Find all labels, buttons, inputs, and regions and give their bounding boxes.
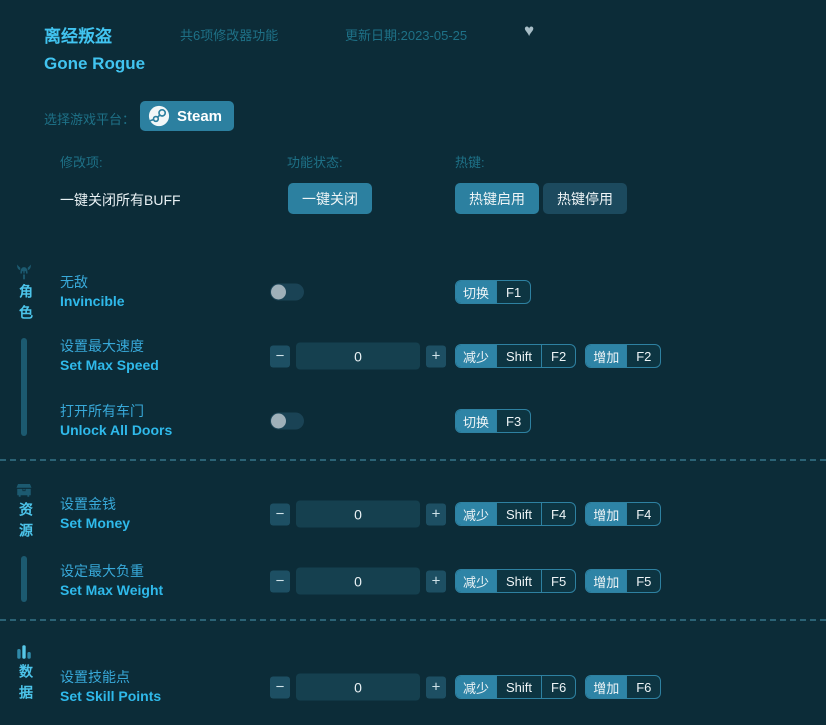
hotkey-modifier: Shift: [496, 503, 541, 525]
feature-label-en: Set Skill Points: [60, 687, 161, 706]
feature-label-en: Set Max Speed: [60, 356, 159, 375]
hotkey-key: F6: [541, 676, 575, 698]
section-divider: [0, 619, 826, 621]
toggle-knob: [271, 285, 286, 300]
increment-button[interactable]: +: [426, 345, 446, 367]
row-unlock-doors: 打开所有车门 Unlock All Doors 切换 F3: [0, 399, 826, 443]
increment-button[interactable]: +: [426, 570, 446, 592]
feature-label-cn: 打开所有车门: [60, 402, 172, 421]
row-skill-points: 设置技能点 Set Skill Points − + 减少 Shift F6 增…: [0, 665, 826, 709]
row-invincible: 无敌 Invincible 切换 F1: [0, 270, 826, 314]
max-weight-decrease-hotkey[interactable]: 减少 Shift F5: [455, 569, 576, 593]
hotkey-key: F3: [496, 410, 530, 432]
skill-points-increase-hotkey[interactable]: 增加 F6: [585, 675, 661, 699]
unlock-doors-hotkey[interactable]: 切换 F3: [455, 409, 531, 433]
hotkey-modifier: Shift: [496, 676, 541, 698]
row-set-money: 设置金钱 Set Money − + 减少 Shift F4 增加 F4: [0, 492, 826, 536]
hotkey-key: F2: [626, 345, 660, 367]
max-weight-input[interactable]: [296, 568, 420, 595]
hotkey-action: 增加: [586, 345, 626, 367]
money-increase-hotkey[interactable]: 增加 F4: [585, 502, 661, 526]
hotkey-action: 减少: [456, 570, 496, 592]
column-header-hotkey: 热键:: [455, 152, 485, 171]
hotkey-key: F2: [541, 345, 575, 367]
hotkey-action: 减少: [456, 345, 496, 367]
feature-label-en: Set Money: [60, 514, 130, 533]
skill-points-input[interactable]: [296, 674, 420, 701]
hotkey-key: F5: [541, 570, 575, 592]
skill-points-decrease-hotkey[interactable]: 减少 Shift F6: [455, 675, 576, 699]
hotkey-key: F4: [541, 503, 575, 525]
feature-label-cn: 设置最大速度: [60, 337, 159, 356]
section-divider: [0, 459, 826, 461]
money-input[interactable]: [296, 501, 420, 528]
hotkey-enable-button[interactable]: 热键启用: [455, 183, 539, 214]
feature-label-cn: 设置金钱: [60, 495, 130, 514]
hotkey-action: 减少: [456, 676, 496, 698]
feature-count: 共6项修改器功能: [180, 25, 278, 44]
row-max-weight: 设定最大负重 Set Max Weight − + 减少 Shift F5 增加…: [0, 559, 826, 603]
invincible-hotkey[interactable]: 切换 F1: [455, 280, 531, 304]
feature-label-cn: 无敌: [60, 273, 125, 292]
steam-platform-button[interactable]: Steam: [140, 101, 234, 131]
game-title-en: Gone Rogue: [44, 54, 145, 74]
money-decrease-hotkey[interactable]: 减少 Shift F4: [455, 502, 576, 526]
feature-label-en: Set Max Weight: [60, 581, 163, 600]
decrement-button[interactable]: −: [270, 570, 290, 592]
hotkey-disable-button[interactable]: 热键停用: [543, 183, 627, 214]
row-max-speed: 设置最大速度 Set Max Speed − + 减少 Shift F2 增加 …: [0, 334, 826, 378]
hotkey-key: F4: [626, 503, 660, 525]
toggle-knob: [271, 414, 286, 429]
trainer-window: 离经叛盗 共6项修改器功能 更新日期:2023-05-25 ♥ Gone Rog…: [0, 0, 826, 725]
hotkey-action: 减少: [456, 503, 496, 525]
column-header-item: 修改项:: [60, 152, 103, 171]
feature-label-cn: 设置技能点: [60, 668, 161, 687]
invincible-toggle[interactable]: [270, 284, 304, 301]
decrement-button[interactable]: −: [270, 676, 290, 698]
game-title-cn: 离经叛盗: [44, 22, 112, 47]
max-speed-input[interactable]: [296, 343, 420, 370]
heart-icon[interactable]: ♥: [524, 21, 534, 41]
max-speed-decrease-hotkey[interactable]: 减少 Shift F2: [455, 344, 576, 368]
platform-label: 选择游戏平台：: [44, 109, 135, 128]
hotkey-action: 切换: [456, 281, 496, 303]
hotkey-key: F5: [626, 570, 660, 592]
decrement-button[interactable]: −: [270, 503, 290, 525]
hotkey-action: 增加: [586, 503, 626, 525]
steam-label: Steam: [177, 108, 222, 125]
bar-chart-icon: [15, 643, 33, 661]
hotkey-action: 切换: [456, 410, 496, 432]
feature-label-en: Unlock All Doors: [60, 421, 172, 440]
buff-row-label: 一键关闭所有BUFF: [60, 190, 181, 210]
update-date: 更新日期:2023-05-25: [345, 25, 467, 44]
increment-button[interactable]: +: [426, 676, 446, 698]
hotkey-key: F6: [626, 676, 660, 698]
decrement-button[interactable]: −: [270, 345, 290, 367]
feature-label-en: Invincible: [60, 292, 125, 311]
hotkey-action: 增加: [586, 570, 626, 592]
hotkey-modifier: Shift: [496, 570, 541, 592]
feature-label-cn: 设定最大负重: [60, 562, 163, 581]
hotkey-key: F1: [496, 281, 530, 303]
column-header-status: 功能状态:: [287, 152, 343, 171]
increment-button[interactable]: +: [426, 503, 446, 525]
steam-icon: [148, 105, 170, 127]
max-weight-increase-hotkey[interactable]: 增加 F5: [585, 569, 661, 593]
close-all-buff-button[interactable]: 一键关闭: [288, 183, 372, 214]
hotkey-action: 增加: [586, 676, 626, 698]
hotkey-modifier: Shift: [496, 345, 541, 367]
max-speed-increase-hotkey[interactable]: 增加 F2: [585, 344, 661, 368]
unlock-doors-toggle[interactable]: [270, 413, 304, 430]
